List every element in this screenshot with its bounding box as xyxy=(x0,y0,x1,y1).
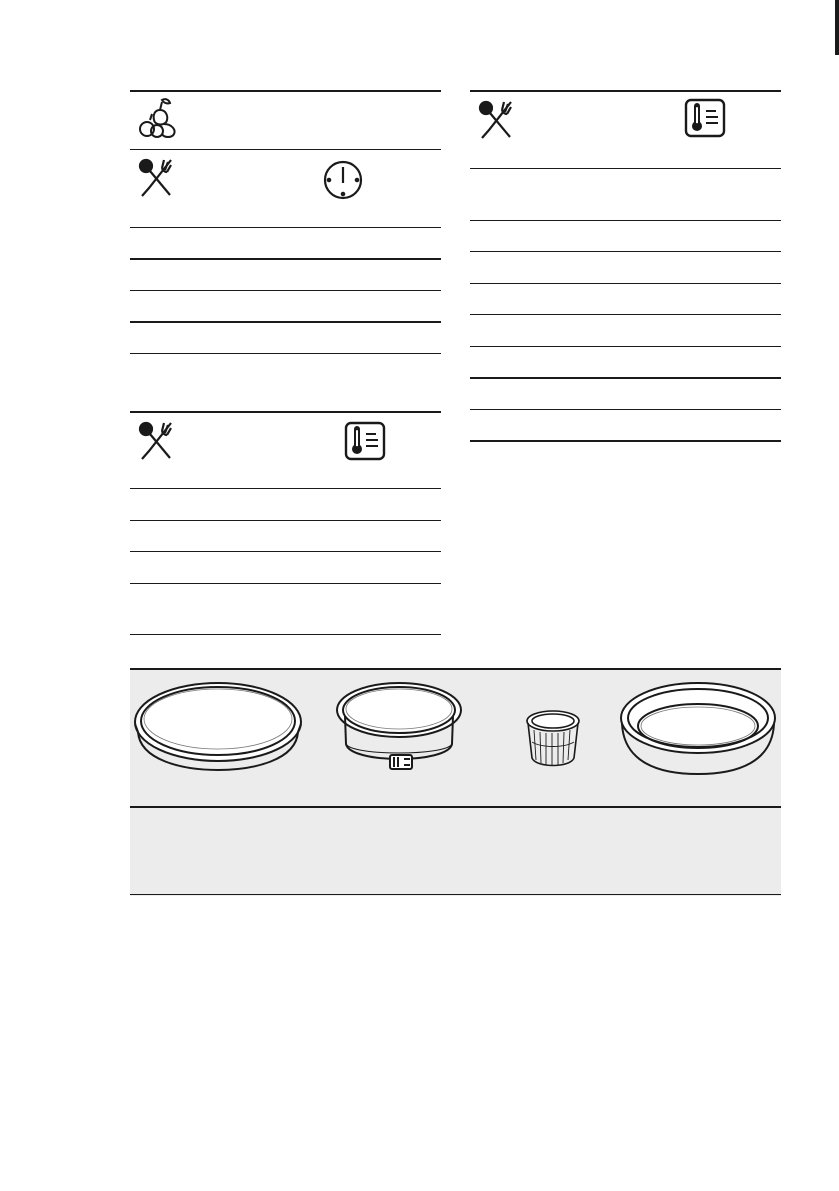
table-row xyxy=(130,521,441,551)
table-row xyxy=(470,315,781,345)
table-row xyxy=(130,291,441,321)
flan-tin-icon xyxy=(132,680,304,774)
meat-sensor-table-right xyxy=(470,90,781,442)
table-row xyxy=(470,410,781,440)
cutlery-icon xyxy=(137,421,173,461)
table-row xyxy=(470,252,781,282)
food-sensor-thermometer-icon xyxy=(344,421,386,461)
meat-sensor-table-left xyxy=(130,411,441,637)
cookware-panel xyxy=(130,668,781,896)
table-row xyxy=(470,284,781,314)
cutlery-icon xyxy=(137,158,173,198)
table-row xyxy=(130,323,441,353)
fruit-icon xyxy=(136,96,178,140)
table-row xyxy=(470,169,781,219)
ramekin-icon xyxy=(522,708,584,770)
pie-dish-icon xyxy=(618,680,778,778)
food-sensor-thermometer-icon xyxy=(684,98,726,138)
table-row xyxy=(470,379,781,409)
fruit-timer-table xyxy=(130,90,441,355)
clock-icon xyxy=(322,159,364,201)
table-row xyxy=(130,228,441,258)
page-edge-mark xyxy=(835,0,839,55)
table-row xyxy=(470,221,781,251)
springform-tin-icon xyxy=(334,680,464,776)
table-row xyxy=(470,347,781,377)
table-row xyxy=(130,489,441,519)
table-row xyxy=(130,260,441,290)
table-row xyxy=(130,584,441,632)
cutlery-icon xyxy=(477,100,513,140)
cookware-caption-row xyxy=(130,808,781,894)
table-row xyxy=(130,552,441,582)
